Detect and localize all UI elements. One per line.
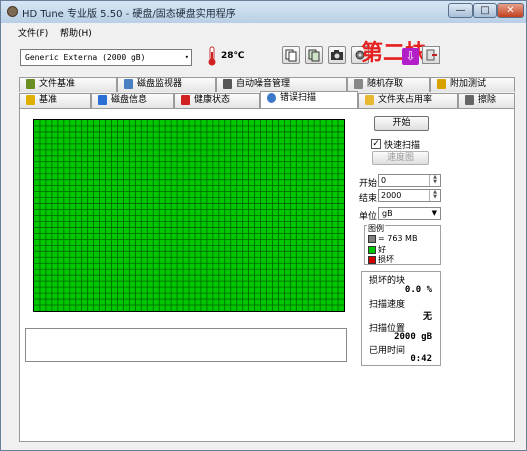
maximize-button[interactable]: □	[473, 3, 497, 18]
tab-file-benchmark[interactable]: 文件基准	[19, 77, 117, 92]
legend-block-text: = 763 MB	[378, 234, 418, 243]
tab-disk-monitor[interactable]: 磁盘监视器	[117, 77, 216, 92]
scan-block-map	[33, 119, 345, 312]
window-title: HD Tune 专业版 5.50 - 硬盘/固态硬盘实用程序	[22, 9, 236, 20]
tab-error-scan[interactable]: 错误扫描	[260, 91, 358, 108]
health-cross-icon	[181, 95, 190, 105]
drive-select[interactable]: Generic Externa (2000 gB) ▾	[20, 49, 192, 66]
temperature-value: 28℃	[221, 51, 245, 61]
block-swatch	[368, 234, 376, 243]
block-grid	[34, 120, 344, 311]
disk-monitor-icon	[124, 79, 133, 89]
camera-icon	[331, 50, 343, 60]
damaged-blocks-value: 0.0 %	[404, 285, 432, 295]
scan-speed-label: 扫描速度	[369, 300, 406, 310]
info-icon	[98, 95, 107, 105]
legend-bad-row: 损坏	[368, 254, 394, 265]
trash-icon	[465, 95, 474, 105]
speed-map-button[interactable]: 速度图	[372, 151, 429, 165]
tab-benchmark[interactable]: 基准	[19, 93, 91, 108]
chevron-down-icon: ▼	[431, 209, 437, 217]
menu-bar: 文件(F) 帮助(H)	[1, 23, 526, 41]
hdtune-app-icon	[7, 6, 18, 17]
thermometer-icon	[208, 46, 216, 66]
tab-row-top: 文件基准 磁盘监视器 自动噪音管理 随机存取 附加测试	[19, 77, 515, 92]
magnifier-icon	[267, 93, 276, 103]
drive-select-value: Generic Externa (2000 gB)	[25, 53, 146, 62]
ok-swatch	[368, 245, 376, 254]
unit-select[interactable]: gB ▼	[378, 207, 441, 220]
chevron-down-icon: ▾	[184, 53, 189, 61]
minimize-button[interactable]: —	[448, 3, 473, 18]
benchmark-icon	[26, 95, 35, 105]
quick-scan-label: 快速扫描	[384, 141, 421, 151]
spinner-icon[interactable]: ▲ ▼	[429, 190, 440, 201]
extra-tests-icon	[437, 79, 446, 89]
start-input[interactable]: 0 ▲ ▼	[378, 174, 441, 187]
copy-info-icon	[285, 49, 297, 62]
file-benchmark-icon	[26, 79, 35, 89]
speaker-icon	[223, 79, 232, 89]
screenshot-button[interactable]	[328, 46, 346, 64]
end-value: 2000	[381, 191, 402, 200]
scan-log-box	[25, 328, 347, 362]
scan-position-value: 2000 gB	[394, 332, 432, 342]
tab-disk-info[interactable]: 磁盘信息	[91, 93, 174, 108]
legend-title: 图例	[367, 223, 385, 234]
quick-scan-checkbox[interactable]: ✓	[371, 139, 381, 149]
close-button[interactable]: ✕	[497, 3, 524, 18]
start-label: 开始	[359, 179, 378, 189]
title-bar[interactable]: HD Tune 专业版 5.50 - 硬盘/固态硬盘实用程序 — □ ✕	[1, 1, 526, 23]
elapsed-time-label: 已用时间	[369, 346, 406, 356]
copy-info-button[interactable]	[282, 46, 300, 64]
elapsed-time-value: 0:42	[410, 354, 432, 364]
start-value: 0	[381, 176, 387, 185]
exit-icon	[426, 49, 437, 61]
folder-icon	[365, 95, 374, 105]
spinner-icon[interactable]: ▲ ▼	[429, 175, 440, 186]
tab-erase[interactable]: 擦除	[458, 93, 515, 108]
start-button[interactable]: 开始	[374, 116, 429, 131]
unit-label: 单位	[359, 212, 378, 222]
end-label: 结束	[359, 194, 378, 204]
tab-aam[interactable]: 自动噪音管理	[216, 77, 347, 92]
legend-bad-text: 损坏	[378, 255, 394, 264]
exit-button[interactable]	[422, 46, 440, 64]
legend-block-row: = 763 MB	[368, 234, 417, 243]
app-window: HD Tune 专业版 5.50 - 硬盘/固态硬盘实用程序 — □ ✕ 文件(…	[0, 0, 527, 451]
random-access-icon	[354, 79, 363, 89]
damaged-blocks-label: 损坏的块	[369, 276, 406, 286]
unit-value: gB	[382, 209, 393, 218]
menu-help[interactable]: 帮助(H)	[60, 26, 92, 39]
tab-random-access[interactable]: 随机存取	[347, 77, 430, 92]
bad-swatch	[368, 255, 376, 264]
tab-extra-tests[interactable]: 附加测试	[430, 77, 515, 92]
download-arrow-icon: ⇩	[402, 48, 419, 65]
scan-speed-value: 无	[422, 312, 432, 322]
copy-screen-button[interactable]	[305, 46, 323, 64]
tab-health[interactable]: 健康状态	[174, 93, 260, 108]
tab-row-bottom: 基准 磁盘信息 健康状态 错误扫描 文件夹占用率 擦除	[19, 91, 515, 108]
end-input[interactable]: 2000 ▲ ▼	[378, 189, 441, 202]
legend-ok-text: 好	[378, 245, 386, 254]
menu-file[interactable]: 文件(F)	[18, 26, 48, 39]
copy-screen-icon	[308, 49, 320, 62]
tab-folder-usage[interactable]: 文件夹占用率	[358, 93, 458, 108]
